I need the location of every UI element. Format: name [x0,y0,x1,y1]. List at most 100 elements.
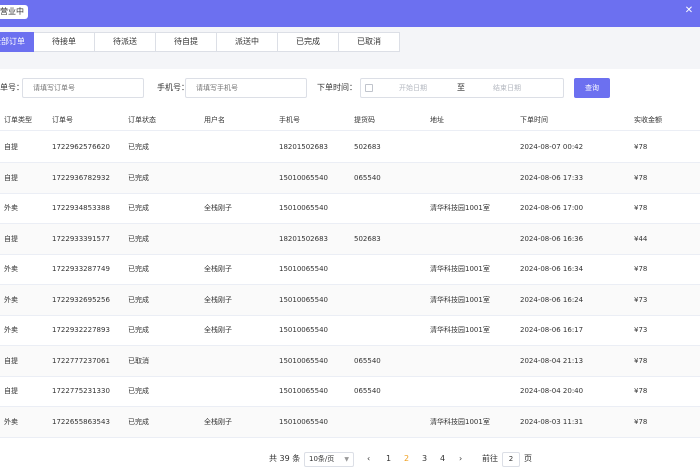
table-row[interactable]: 自提 1722933391577 已完成 18201502683 502683 2024-… [0,223,700,255]
prev-page-button[interactable]: ‹ [367,448,370,470]
end-date-input[interactable]: 结束日期 [493,79,521,97]
table-cell: ¥78 [634,173,648,182]
table-cell: 自提 [4,173,18,182]
order-tabs: 全部订单待接单待派送待自提派送中已完成已取消 [0,32,400,52]
table-cell: 已完成 [128,417,149,426]
table-cell: ¥78 [634,204,648,212]
table-row[interactable]: 外卖 1722933287749 已完成 全栈刚子 15010065540 清华科技园10… [0,254,700,285]
table-cell: 全栈刚子 [204,204,232,212]
table-cell: 065540 [354,173,381,182]
table-cell: 502683 [354,143,381,151]
table-cell: 1722932695256 [52,295,110,304]
table-cell: 15010065540 [279,326,328,334]
table-cell: 2024-08-06 17:00 [520,204,584,212]
table-cell: 外卖 [4,265,18,273]
table-row[interactable]: 外卖 1722655863543 已完成 全栈刚子 15010065540 清华科技园10… [0,406,700,438]
table-cell: 全栈刚子 [204,417,232,426]
pagination: 共 39 条 10条/页 ▼ ‹ 1234 › 前往 2 页 [0,448,700,470]
page-number-button[interactable]: 1 [386,448,391,470]
table-cell: 已完成 [128,295,149,304]
table-cell: 已完成 [128,173,149,182]
goto-label: 前往 [482,454,498,463]
table-cell: 清华科技园1001室 [430,295,490,304]
table-cell: ¥78 [634,417,648,426]
table-cell: 已完成 [128,326,149,334]
column-header: 实收金额 [634,116,662,124]
next-page-button[interactable]: › [459,448,462,470]
table-cell: 自提 [4,143,18,151]
table-cell: 2024-08-06 17:33 [520,173,584,182]
query-button[interactable]: 查询 [574,78,610,98]
tab-2[interactable]: 待派送 [95,32,156,52]
column-header: 订单状态 [128,116,156,124]
table-cell: 502683 [354,234,381,243]
table-row[interactable]: 外卖 1722932695256 已完成 全栈刚子 15010065540 清华科技园10… [0,284,700,316]
tab-3[interactable]: 待自提 [156,32,217,52]
page-number-button[interactable]: 4 [440,448,445,470]
tab-4[interactable]: 派送中 [217,32,278,52]
table-cell: 外卖 [4,417,18,426]
page-number-button[interactable]: 3 [422,448,427,470]
phone-input[interactable] [185,78,307,98]
goto-page-input[interactable]: 2 [502,452,520,467]
table-cell: 1722655863543 [52,417,110,426]
table-cell: 18201502683 [279,143,328,151]
calendar-icon [365,84,373,92]
table-row[interactable]: 自提 1722777237061 已取消 15010065540 065540 2024-… [0,345,700,377]
tab-0[interactable]: 全部订单 [0,32,34,52]
table-cell: 1722777237061 [52,356,110,365]
table-cell: ¥78 [634,265,648,273]
order-no-input[interactable] [22,78,144,98]
table-cell: 已取消 [128,356,149,365]
table-cell: 清华科技园1001室 [430,326,490,334]
table-cell: 2024-08-06 16:24 [520,295,584,304]
goto-suffix: 页 [524,454,532,463]
table-header: 订单类型 订单号 订单状态 用户名 手机号 提货码 地址 下单时间 实收金额 [0,110,700,131]
tab-5[interactable]: 已完成 [278,32,339,52]
table-cell: 全栈刚子 [204,295,232,304]
table-cell: 已完成 [128,204,149,212]
order-no-label: 订单号： [0,83,24,92]
table-cell: 2024-08-04 21:13 [520,356,584,365]
table-cell: 已完成 [128,143,149,151]
table-cell: 18201502683 [279,234,328,243]
table-cell: 清华科技园1001室 [430,265,490,273]
date-range-picker[interactable]: 开始日期 至 结束日期 [360,78,564,98]
total-count: 共 39 条 [269,454,301,463]
table-cell: 自提 [4,234,18,243]
table-cell: 15010065540 [279,173,328,182]
table-row[interactable]: 自提 1722775231330 已完成 15010065540 065540 2024-… [0,376,700,407]
table-cell: ¥44 [634,234,648,243]
page-size-select[interactable]: 10条/页 ▼ [304,452,354,467]
column-header: 订单号 [52,116,73,124]
table-cell: 自提 [4,356,18,365]
tab-6[interactable]: 已取消 [339,32,400,52]
table-cell: ¥78 [634,143,648,151]
column-header: 订单类型 [4,116,32,124]
column-header: 手机号 [279,116,300,124]
table-cell: 清华科技园1001室 [430,204,490,212]
table-cell: 15010065540 [279,204,328,212]
table-cell: 已完成 [128,265,149,273]
table-cell: 外卖 [4,204,18,212]
column-header: 地址 [430,116,444,124]
table-row[interactable]: 自提 1722962576620 已完成 18201502683 502683 2024-… [0,132,700,163]
date-separator: 至 [457,83,465,92]
tab-1[interactable]: 待接单 [34,32,95,52]
table-cell: 自提 [4,387,18,395]
table-cell: 2024-08-03 11:31 [520,417,584,426]
table-cell: 1722933287749 [52,265,110,273]
start-date-input[interactable]: 开始日期 [399,79,427,97]
table-cell: 15010065540 [279,265,328,273]
table-cell: 外卖 [4,326,18,334]
table-cell: 15010065540 [279,295,328,304]
table-row[interactable]: 外卖 1722932227893 已完成 全栈刚子 15010065540 清华科技园10… [0,315,700,346]
table-row[interactable]: 外卖 1722934853388 已完成 全栈刚子 15010065540 清华科技园10… [0,193,700,224]
chevron-down-icon: ▼ [344,456,349,463]
table-cell: 2024-08-07 00:42 [520,143,584,151]
table-row[interactable]: 自提 1722936782932 已完成 15010065540 065540 2024-… [0,162,700,194]
page-number-button[interactable]: 2 [404,448,409,470]
shop-status-badge[interactable]: 营业中 [0,5,28,19]
table-cell: 全栈刚子 [204,326,232,334]
close-icon[interactable]: ✕ [682,4,696,18]
